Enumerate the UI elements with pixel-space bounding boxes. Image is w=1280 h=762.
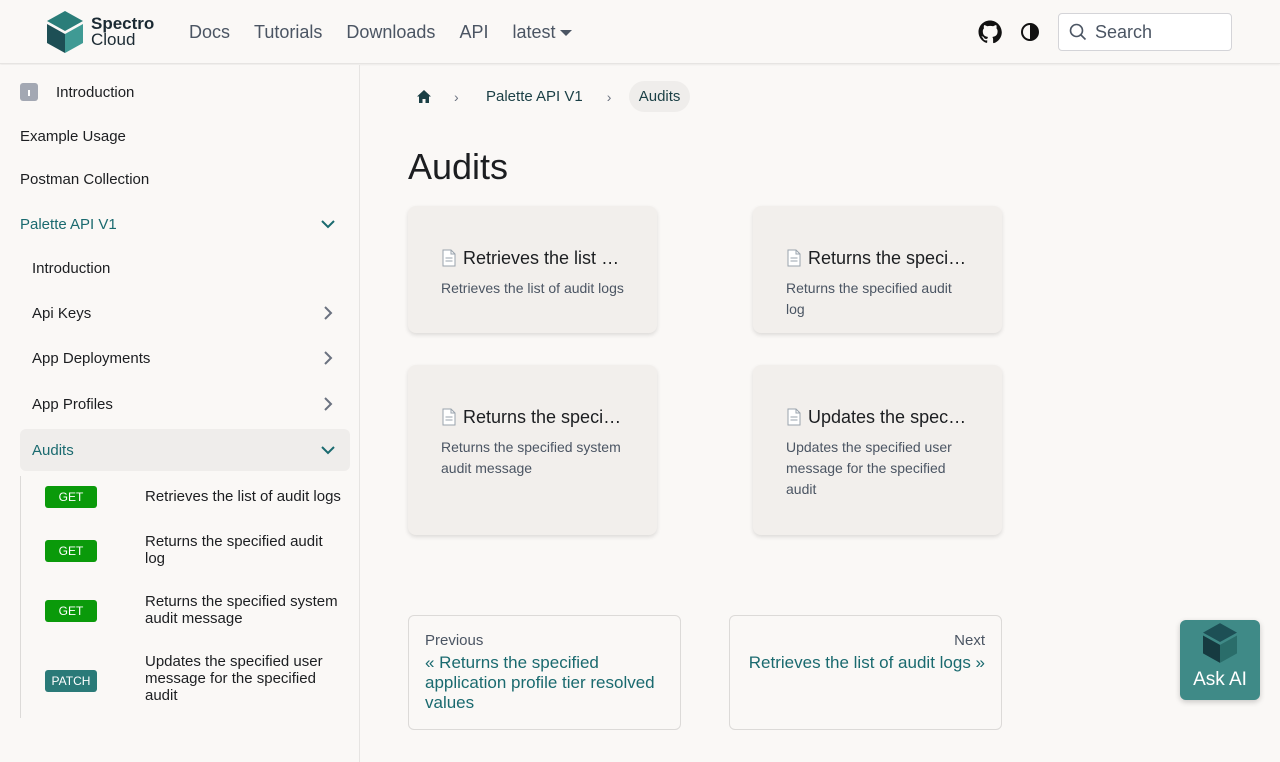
nav-api[interactable]: API [459, 22, 488, 43]
logo-icon [47, 11, 83, 53]
chevron-right-icon[interactable] [320, 305, 336, 321]
chevron-down-icon[interactable] [320, 216, 336, 232]
ask-ai-logo-icon [1203, 623, 1237, 663]
search-icon [1069, 23, 1087, 41]
pagination-previous-label: « Returns the specified application prof… [425, 653, 655, 712]
card-description: Retrieves the list of audit logs [441, 280, 624, 296]
ask-ai-label: Ask AI [1193, 669, 1247, 690]
endpoint-item[interactable]: GET Retrieves the list of audit logs [21, 486, 351, 508]
breadcrumb-separator-icon: › [606, 88, 612, 105]
spectro-cloud-logo[interactable]: Spectro Cloud [47, 11, 154, 53]
sidebar-item-audits[interactable]: Audits [20, 429, 350, 471]
endpoint-label: Retrieves the list of audit logs [145, 488, 341, 505]
sidebar-item-label: App Deployments [32, 349, 151, 367]
endpoint-item[interactable]: GET Returns the specified system audit m… [21, 592, 351, 628]
nav-tutorials[interactable]: Tutorials [254, 22, 322, 43]
sidebar-item-palette-api-v1[interactable]: Palette API V1 [20, 203, 350, 245]
doc-card[interactable]: Updates the specified user message for t… [753, 365, 1002, 535]
doc-card[interactable]: Retrieves the list of audit logs Retriev… [408, 206, 657, 333]
sidebar-item-label: App Profiles [32, 395, 113, 413]
search-input[interactable] [1095, 21, 1225, 43]
method-badge-get: GET [45, 540, 97, 562]
sidebar-item-example-usage[interactable]: Example Usage [20, 115, 350, 157]
method-badge-get: GET [45, 600, 97, 622]
breadcrumb-separator-icon: › [454, 88, 459, 105]
method-badge-get: GET [45, 486, 97, 508]
sidebar-item-label: Audits [32, 441, 74, 459]
sidebar-item-label: Introduction [56, 83, 135, 101]
version-label: latest [512, 21, 556, 42]
sidebar-item-api-introduction[interactable]: Introduction [20, 247, 350, 289]
method-badge-patch: PATCH [45, 670, 97, 692]
info-icon [20, 83, 38, 101]
chevron-down-icon[interactable] [320, 442, 336, 458]
nav-docs[interactable]: Docs [189, 22, 230, 43]
pagination-next-label: Retrieves the list of audit logs » [748, 653, 985, 672]
doc-card[interactable]: Returns the specified audit log Returns … [753, 206, 1002, 333]
chevron-right-icon[interactable] [320, 396, 336, 412]
pagination-previous[interactable]: Previous « Returns the specified applica… [408, 615, 681, 730]
pagination-next-sublabel: Next [954, 632, 985, 649]
document-icon [787, 408, 801, 426]
github-icon[interactable] [978, 20, 1002, 44]
sidebar-item-app-deployments[interactable]: App Deployments [20, 337, 350, 379]
card-title: Returns the specified audit log [808, 247, 970, 268]
caret-down-icon [560, 30, 573, 36]
card-description: Returns the specified audit log [786, 280, 952, 317]
endpoint-label: Returns the specified system audit messa… [145, 593, 338, 627]
doc-card[interactable]: Returns the specified system audit messa… [408, 365, 657, 535]
document-icon [442, 408, 456, 426]
sidebar-item-app-profiles[interactable]: App Profiles [20, 383, 350, 425]
version-dropdown[interactable]: latest [512, 21, 573, 43]
sidebar-item-label: Palette API V1 [20, 215, 117, 233]
breadcrumb: › Palette API V1 › Audits [408, 80, 691, 113]
endpoint-label: Returns the specified audit log [145, 533, 323, 567]
sidebar-item-api-keys[interactable]: Api Keys [20, 292, 350, 334]
search-box[interactable] [1058, 13, 1232, 51]
endpoint-item[interactable]: GET Returns the specified audit log [21, 532, 351, 568]
document-icon [787, 249, 801, 267]
sidebar-item-introduction[interactable]: Introduction [20, 71, 350, 113]
card-title: Returns the specified system audit messa… [463, 406, 625, 427]
card-description: Updates the specified user message for t… [786, 439, 952, 497]
audits-endpoint-list: GET Retrieves the list of audit logs GET… [20, 476, 350, 718]
ask-ai-button[interactable]: Ask AI [1180, 620, 1260, 700]
sidebar-item-label: Api Keys [32, 304, 92, 322]
document-icon [442, 249, 456, 267]
card-title: Updates the specified user message for t… [808, 406, 970, 427]
home-icon[interactable] [408, 81, 440, 113]
breadcrumb-current: Audits [628, 81, 691, 112]
sidebar-item-label: Postman Collection [20, 170, 150, 188]
endpoint-label: Updates the specified user message for t… [145, 653, 323, 704]
pagination-previous-sublabel: Previous [425, 632, 484, 649]
breadcrumb-palette-api-v1[interactable]: Palette API V1 [476, 88, 593, 105]
logo-text-cloud: Cloud [91, 30, 136, 49]
sidebar: Introduction Example Usage Postman Colle… [0, 65, 360, 762]
card-title: Retrieves the list of audit logs [463, 247, 625, 268]
chevron-right-icon[interactable] [320, 350, 336, 366]
pagination-next[interactable]: Next Retrieves the list of audit logs » [729, 615, 1002, 730]
sidebar-item-label: Example Usage [20, 127, 126, 145]
theme-toggle-icon[interactable] [1020, 22, 1040, 42]
sidebar-item-postman-collection[interactable]: Postman Collection [20, 158, 350, 200]
endpoint-item[interactable]: PATCH Updates the specified user message… [21, 652, 351, 706]
top-navbar: Spectro Cloud Docs Tutorials Downloads A… [0, 0, 1280, 64]
page-title: Audits [408, 146, 509, 187]
card-description: Returns the specified system audit messa… [441, 439, 621, 476]
nav-downloads[interactable]: Downloads [346, 22, 435, 43]
sidebar-item-label: Introduction [32, 259, 111, 277]
